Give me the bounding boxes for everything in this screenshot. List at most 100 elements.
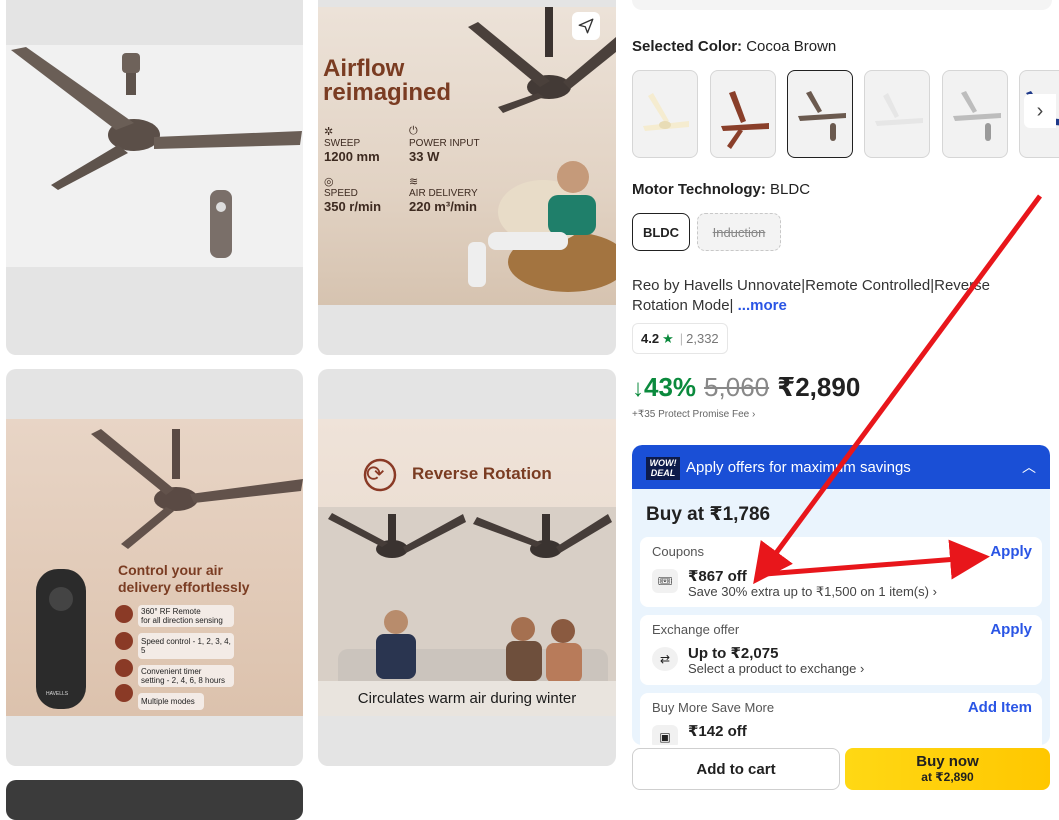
wow-deal-badge: WOW! DEAL: [646, 457, 680, 480]
motor-technology-row: Motor Technology: BLDC: [632, 181, 810, 198]
add-to-cart-button[interactable]: Add to cart: [632, 748, 840, 790]
product-title: Reo by Havells Unnovate|Remote Controlle…: [632, 276, 1052, 316]
gallery-image-3[interactable]: Control your air delivery effortlessly 3…: [6, 369, 303, 766]
coupon-description: Save 30% extra up to ₹1,500 on 1 item(s): [688, 584, 929, 599]
motor-option-induction[interactable]: Induction: [697, 213, 781, 251]
exchange-icon: ⇄: [652, 647, 678, 671]
spec-value: 350 r/min: [324, 199, 382, 214]
spec-value: 220 m³/min: [409, 199, 477, 214]
exchange-card[interactable]: Exchange offer Apply ⇄ Up to ₹2,075 Sele…: [640, 615, 1042, 685]
rating-count: 2,332: [686, 331, 719, 346]
feature-text: Speed control - 1, 2, 3, 4, 5: [138, 633, 234, 659]
buy-now-label: Buy now: [916, 753, 979, 770]
offers-panel: WOW! DEAL Apply offers for maximum savin…: [632, 445, 1050, 745]
badge-line-2: DEAL: [650, 468, 676, 478]
badge-line-1: WOW!: [649, 458, 677, 468]
spec-value: 1200 mm: [324, 149, 380, 164]
offers-header[interactable]: WOW! DEAL Apply offers for maximum savin…: [632, 445, 1050, 489]
bmsm-amount: ₹142 off: [688, 723, 747, 740]
feature-text: Convenient timer: [141, 667, 202, 676]
spec-label: POWER INPUT: [409, 138, 480, 149]
motor-technology-label: Motor Technology:: [632, 181, 766, 198]
gallery-image-5[interactable]: [6, 780, 303, 820]
headline-line-1: Airflow: [323, 55, 405, 82]
coupon-description-row: Save 30% extra up to ₹1,500 on 1 item(s)…: [688, 584, 937, 600]
reverse-rotation-banner: Reverse Rotation ⟳ Circulates warm air d…: [318, 419, 616, 716]
exchange-description: Select a product to exchange: [688, 661, 857, 676]
coupons-title: Coupons: [652, 544, 705, 559]
bmsm-card[interactable]: Buy More Save More Add Item ▣ ₹142 off: [640, 693, 1042, 745]
buy-now-price: at ₹2,890: [921, 770, 974, 784]
airflow-banner: Airflow reimagined ✲ SWEEP 1200 mm ⏻ POW…: [318, 7, 616, 305]
gallery-image-2[interactable]: Airflow reimagined ✲ SWEEP 1200 mm ⏻ POW…: [318, 0, 616, 355]
feature-text: Multiple modes: [138, 693, 204, 710]
remote-banner: Control your air delivery effortlessly 3…: [6, 419, 303, 716]
headline: Reverse Rotation: [412, 464, 552, 483]
chevron-right-icon: ›: [860, 661, 865, 676]
bag-icon: ▣: [652, 725, 678, 745]
motor-technology-value: BLDC: [770, 181, 811, 198]
chevron-right-icon: ›: [1036, 99, 1044, 122]
swatch-silver[interactable]: [942, 70, 1008, 158]
coupon-icon: 🎟: [652, 569, 678, 593]
gallery-image-1[interactable]: [6, 0, 303, 355]
feature-text: setting - 2, 4, 6, 8 hours: [141, 676, 226, 685]
motor-option-bldc[interactable]: BLDC: [632, 213, 690, 251]
rating-badge[interactable]: 4.2 ★ | 2,332: [632, 323, 728, 354]
more-link[interactable]: ...more: [738, 297, 787, 314]
remote-brand: HAVELLS: [46, 691, 69, 697]
share-icon: [578, 18, 594, 34]
headline-line-2: delivery effortlessly: [118, 579, 250, 595]
product-title-line-1: Reo by Havells Unnovate|Remote Controlle…: [632, 277, 990, 294]
exchange-title: Exchange offer: [652, 622, 740, 637]
rotation-icon: ⟳: [366, 461, 385, 486]
share-button[interactable]: [572, 12, 600, 40]
coupons-apply-button[interactable]: Apply: [990, 543, 1032, 560]
product-image-fan: [6, 45, 303, 267]
protect-fee: +₹35 Protect Promise Fee: [632, 409, 750, 420]
spec-value: 33 W: [409, 149, 440, 164]
product-title-line-2: Rotation Mode|: [632, 297, 734, 314]
price-row: ↓ 43% 5,060 ₹2,890: [632, 372, 860, 403]
selected-color-label: Selected Color:: [632, 38, 743, 55]
caption: Circulates warm air during winter: [357, 690, 577, 707]
down-arrow-icon: ↓: [632, 375, 644, 402]
chevron-right-icon: ›: [932, 584, 937, 599]
coupons-card[interactable]: Coupons Apply 🎟 ₹867 off Save 30% extra …: [640, 537, 1042, 607]
buy-now-button[interactable]: Buy now at ₹2,890: [845, 748, 1050, 790]
protect-fee-row[interactable]: +₹35 Protect Promise Fee ›: [632, 409, 755, 420]
star-icon: ★: [662, 330, 674, 346]
spec-label: SWEEP: [324, 138, 361, 149]
rating-value: 4.2: [641, 331, 660, 346]
air-icon: ≋: [409, 176, 419, 188]
buy-at-price: Buy at ₹1,786: [646, 504, 771, 525]
color-swatches: [632, 70, 1059, 162]
discount-percent: 43%: [644, 372, 697, 402]
exchange-amount: Up to ₹2,075: [688, 645, 779, 662]
gallery-image-4[interactable]: Reverse Rotation ⟳ Circulates warm air d…: [318, 369, 616, 766]
spec-label: SPEED: [324, 188, 358, 199]
headline-line-1: Control your air: [118, 562, 224, 578]
headline-line-2: reimagined: [323, 79, 452, 106]
mrp-price: 5,060: [704, 372, 770, 402]
feature-text: for all direction sensing: [141, 616, 223, 625]
swatch-white[interactable]: [864, 70, 930, 158]
bmsm-title: Buy More Save More: [652, 700, 775, 715]
swatch-maroon[interactable]: [710, 70, 776, 158]
spec-label: AIR DELIVERY: [409, 188, 478, 199]
feature-text: 360° RF Remote: [141, 607, 201, 616]
offers-header-text: Apply offers for maximum savings: [686, 459, 911, 476]
exchange-apply-button[interactable]: Apply: [990, 621, 1032, 638]
swatch-next-button[interactable]: ›: [1024, 94, 1056, 128]
selected-color-row: Selected Color: Cocoa Brown: [632, 38, 836, 55]
spec-icon: ✲: [324, 126, 334, 138]
add-item-button[interactable]: Add Item: [968, 699, 1032, 716]
exchange-description-row: Select a product to exchange ›: [688, 661, 864, 676]
search-bar-remnant: [632, 0, 1052, 10]
selected-color-value: Cocoa Brown: [746, 38, 837, 55]
chevron-right-icon: ›: [752, 409, 756, 420]
chevron-up-icon[interactable]: ︿: [1022, 457, 1036, 477]
swatch-cream[interactable]: [632, 70, 698, 158]
coupon-amount: ₹867 off: [688, 568, 747, 585]
swatch-cocoa-brown[interactable]: [787, 70, 853, 158]
